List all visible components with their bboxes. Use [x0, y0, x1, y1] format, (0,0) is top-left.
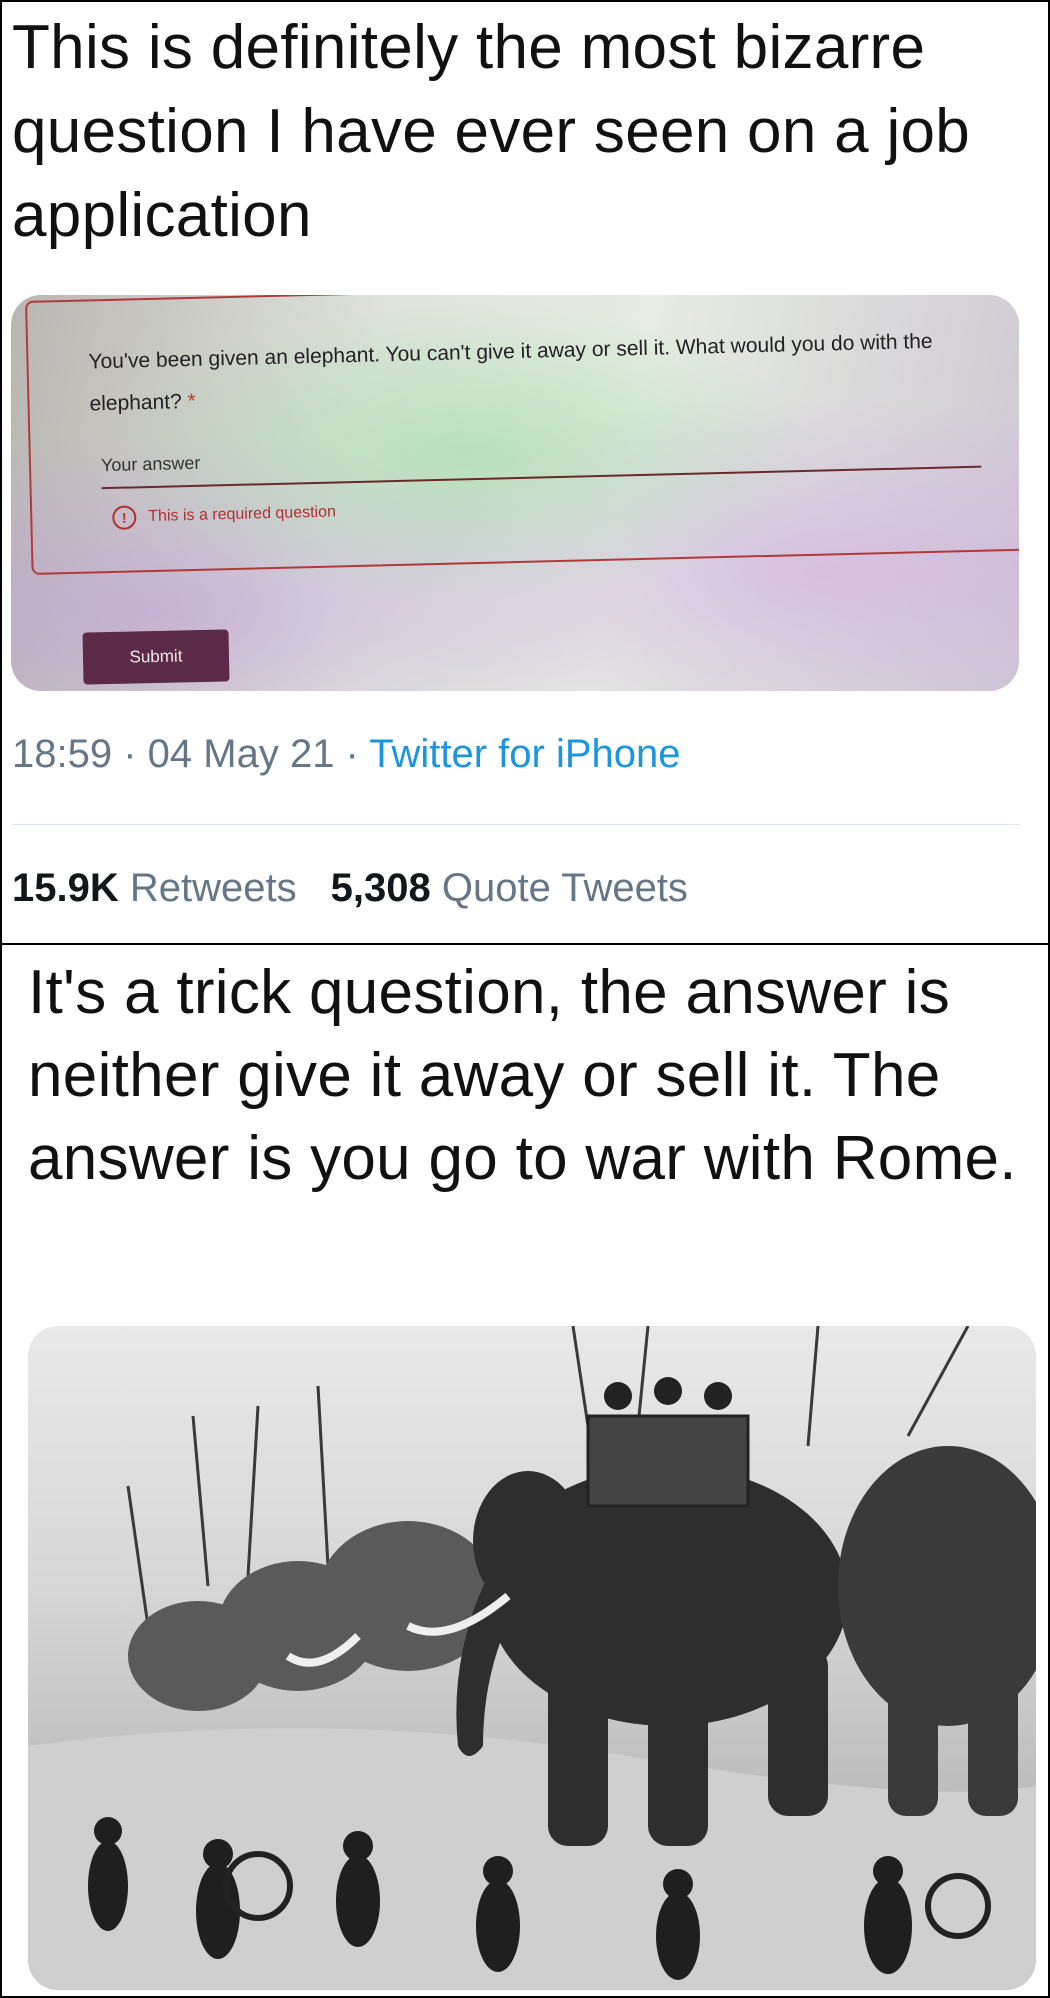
quote-tweets-stat[interactable]: 5,308 Quote Tweets	[331, 866, 688, 910]
tweet-reply: It's a trick question, the answer is nei…	[0, 943, 1050, 1998]
tweet-photo-form[interactable]: You've been given an elephant. You can't…	[11, 295, 1019, 691]
tweet-date[interactable]: 04 May 21	[148, 732, 335, 776]
form-question-card: You've been given an elephant. You can't…	[25, 295, 1019, 575]
meta-separator: ·	[112, 732, 148, 776]
divider	[12, 824, 1020, 825]
tweet-time[interactable]: 18:59	[12, 732, 112, 776]
submit-button: Submit	[82, 629, 230, 685]
tweet-stats: 15.9K Retweets 5,308 Quote Tweets	[12, 866, 688, 911]
quote-tweets-label: Quote Tweets	[441, 866, 688, 910]
battle-illustration	[28, 1326, 1036, 1990]
form-question-text: You've been given an elephant. You can't…	[88, 320, 970, 425]
quote-tweets-count: 5,308	[330, 866, 431, 910]
tweet-original: This is definitely the most bizarre ques…	[0, 0, 1050, 945]
retweets-count: 15.9K	[12, 866, 119, 910]
error-icon: !	[112, 505, 137, 530]
tweet-source-link[interactable]: Twitter for iPhone	[369, 732, 680, 776]
war-elephants-engraving[interactable]	[28, 1326, 1036, 1990]
tweet-text: This is definitely the most bizarre ques…	[12, 13, 971, 250]
tweet-meta: 18:59 · 04 May 21 · Twitter for iPhone	[12, 732, 681, 777]
required-star: *	[187, 389, 197, 414]
meta-separator: ·	[334, 732, 370, 776]
question-label: You've been given an elephant. You can't…	[88, 329, 933, 416]
error-text: This is a required question	[148, 503, 337, 526]
retweets-stat[interactable]: 15.9K Retweets	[12, 866, 297, 910]
answer-field: Your answer	[100, 429, 982, 490]
reply-text: It's a trick question, the answer is nei…	[28, 958, 1017, 1193]
retweets-label: Retweets	[129, 866, 297, 910]
required-error: ! This is a required question	[112, 500, 337, 530]
